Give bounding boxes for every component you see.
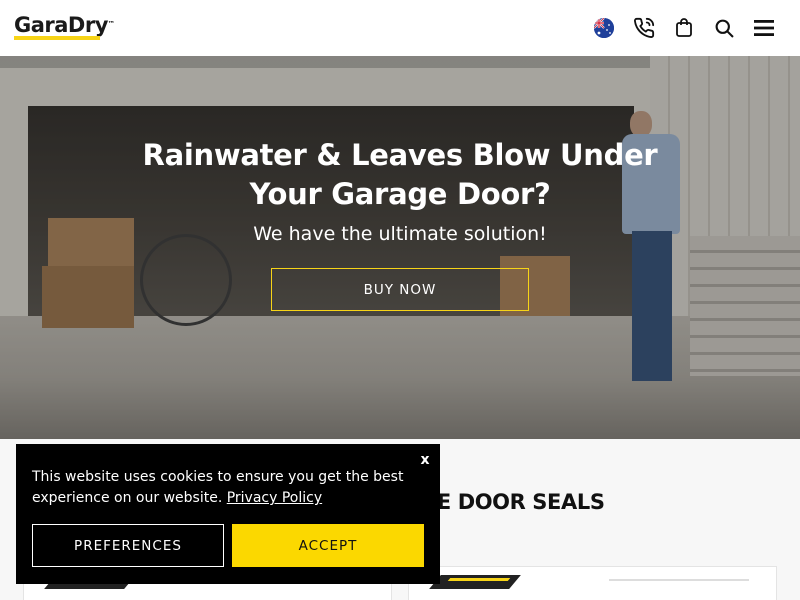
logo-text: GaraDry <box>14 13 108 37</box>
phone-icon[interactable] <box>624 8 664 48</box>
hamburger-menu-icon[interactable] <box>744 8 784 48</box>
close-cookie-button[interactable]: x <box>418 452 432 468</box>
section-title: GE DOOR SEALS <box>420 490 605 514</box>
search-icon[interactable] <box>704 8 744 48</box>
cookie-button-row: PREFERENCES ACCEPT <box>32 524 424 567</box>
preferences-button[interactable]: PREFERENCES <box>32 524 224 567</box>
cookie-consent-banner: x This website uses cookies to ensure yo… <box>16 444 440 584</box>
accept-button[interactable]: ACCEPT <box>232 524 424 567</box>
hero-banner: Rainwater & Leaves Blow Under Your Garag… <box>0 56 800 439</box>
cookie-text: This website uses cookies to ensure you … <box>32 469 404 506</box>
privacy-policy-link[interactable]: Privacy Policy <box>227 490 322 506</box>
australia-flag-icon[interactable] <box>584 8 624 48</box>
site-header: GaraDry™ <box>0 0 800 56</box>
hero-subtitle: We have the ultimate solution! <box>253 223 547 245</box>
product-card[interactable] <box>408 566 777 600</box>
cookie-message: This website uses cookies to ensure you … <box>32 467 412 509</box>
shopping-bag-icon[interactable] <box>664 8 704 48</box>
logo-underline <box>14 36 100 40</box>
hero-title: Rainwater & Leaves Blow Under Your Garag… <box>142 138 658 211</box>
buy-now-button[interactable]: BUY NOW <box>271 268 529 311</box>
garadry-logo[interactable]: GaraDry™ <box>14 13 115 40</box>
logo-trademark: ™ <box>107 20 115 28</box>
header-icon-group <box>584 8 784 48</box>
